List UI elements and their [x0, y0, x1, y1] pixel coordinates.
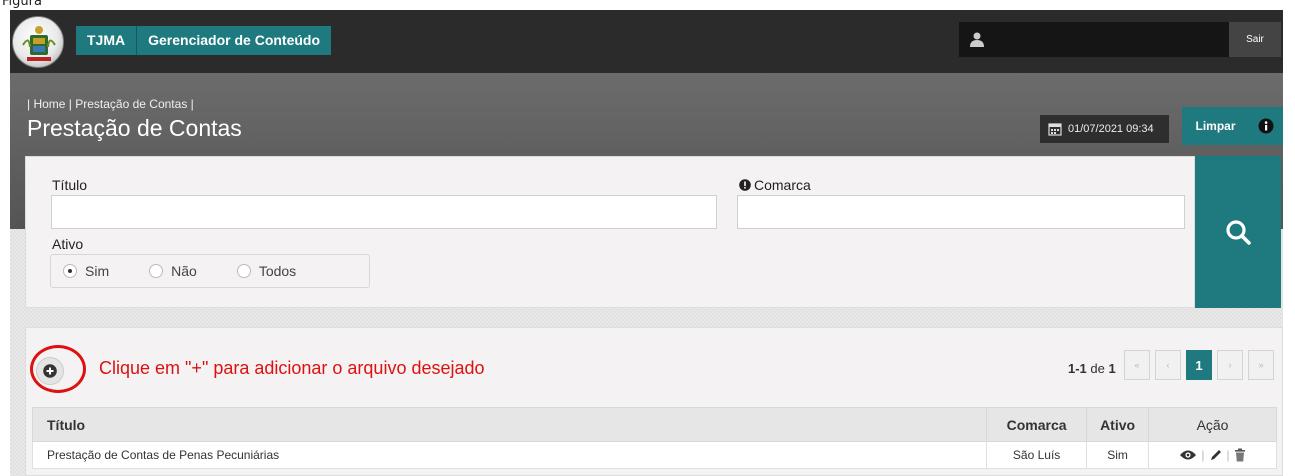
info-button[interactable]: [1249, 107, 1283, 145]
next-page-button[interactable]: ›: [1217, 350, 1243, 380]
pagination-count: 1-1 de 1: [1068, 361, 1116, 376]
clear-button[interactable]: Limpar: [1182, 107, 1249, 145]
first-page-button[interactable]: «: [1124, 350, 1150, 380]
datetime-display: 01/07/2021 09:34: [1040, 115, 1169, 143]
brand-title: Gerenciador de Conteúdo: [148, 32, 321, 48]
active-radio-group: Sim Não Todos: [50, 254, 370, 288]
radio-todos-dot[interactable]: [236, 264, 251, 278]
brand[interactable]: TJMA Gerenciador de Conteúdo: [76, 26, 332, 55]
comarca-input[interactable]: [737, 195, 1185, 229]
calendar-icon: [1048, 123, 1062, 136]
title-label: Título: [52, 177, 88, 193]
info-icon: [739, 179, 751, 191]
search-button[interactable]: [1195, 156, 1281, 308]
user-icon: [970, 32, 984, 47]
last-page-button[interactable]: »: [1248, 350, 1274, 380]
delete-icon[interactable]: [1234, 448, 1246, 462]
action-separator: |: [1226, 448, 1230, 462]
row-titulo: Prestação de Contas de Penas Pecuniárias: [31, 441, 988, 469]
filter-panel: Título Comarca Ativo Sim Não Todos: [25, 156, 1195, 308]
comarca-label-wrap: Comarca: [739, 177, 811, 193]
search-icon: [1226, 220, 1251, 245]
results-panel: Clique em "+" para adicionar o arquivo d…: [25, 327, 1283, 476]
row-comarca: São Luís: [986, 441, 1088, 469]
total-text: 1: [1108, 361, 1116, 376]
col-ativo[interactable]: Ativo: [1086, 407, 1150, 442]
logout-button[interactable]: Sair: [1229, 22, 1281, 57]
info-icon: [1258, 118, 1274, 134]
breadcrumb: | Home | Prestação de Contas |: [27, 97, 194, 111]
col-comarca[interactable]: Comarca: [986, 407, 1088, 442]
coat-of-arms-logo[interactable]: [10, 16, 70, 68]
radio-todos-label: Todos: [258, 263, 297, 279]
of-text: de: [1090, 361, 1105, 376]
figure-label: Figura: [2, 0, 42, 9]
radio-sim-dot[interactable]: [63, 264, 77, 278]
table-row: Prestação de Contas de Penas Pecuniárias…: [31, 441, 1277, 469]
edit-icon[interactable]: [1209, 448, 1223, 462]
results-table: Título Comarca Ativo Ação Prestação de C…: [31, 407, 1277, 469]
radio-todos[interactable]: Todos: [236, 263, 297, 279]
table-header-row: Título Comarca Ativo Ação: [31, 407, 1277, 442]
col-titulo[interactable]: Título: [31, 407, 988, 442]
row-ativo: Sim: [1086, 441, 1150, 469]
brand-short: TJMA: [76, 26, 138, 55]
view-icon[interactable]: [1179, 449, 1197, 461]
row-actions: | |: [1148, 441, 1277, 469]
range-text: 1-1: [1068, 361, 1087, 376]
title-input[interactable]: [51, 195, 717, 229]
top-bar: TJMA Gerenciador de Conteúdo Sair: [10, 10, 1283, 73]
page-title: Prestação de Contas: [27, 115, 242, 141]
active-label: Ativo: [52, 236, 84, 252]
comarca-label: Comarca: [754, 177, 811, 193]
current-page-button[interactable]: 1: [1186, 350, 1212, 380]
datetime-text: 01/07/2021 09:34: [1068, 123, 1154, 135]
col-acao: Ação: [1148, 407, 1277, 442]
prev-page-button[interactable]: ‹: [1155, 350, 1181, 380]
add-hint-annotation: Clique em "+" para adicionar o arquivo d…: [99, 358, 485, 378]
add-button[interactable]: [36, 357, 64, 385]
user-box: [959, 22, 1229, 57]
radio-nao-dot[interactable]: [149, 264, 164, 278]
plus-icon: [43, 364, 57, 378]
action-separator: |: [1201, 448, 1205, 462]
radio-nao[interactable]: Não: [149, 263, 197, 279]
radio-sim-label: Sim: [85, 263, 110, 279]
radio-nao-label: Não: [171, 263, 197, 279]
radio-sim[interactable]: Sim: [63, 263, 109, 279]
